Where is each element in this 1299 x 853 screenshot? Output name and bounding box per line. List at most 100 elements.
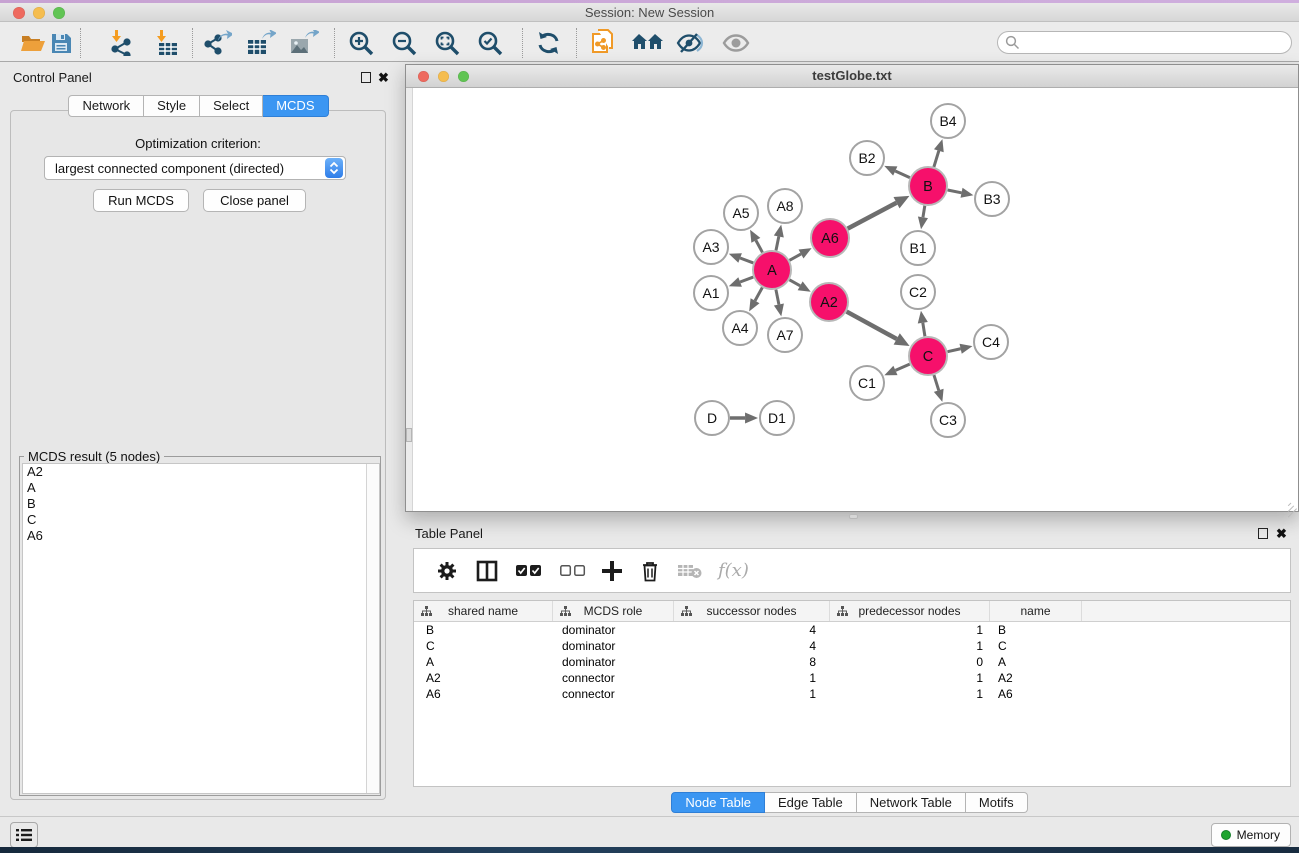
tab-motifs[interactable]: Motifs [966,792,1028,813]
zoom-fit-icon[interactable] [434,30,461,56]
table-cell[interactable]: A2 [414,670,553,686]
table-cell[interactable]: 1 [830,670,990,686]
table-cell[interactable]: C [414,638,553,654]
table-cell[interactable]: dominator [553,638,674,654]
edge-C-C4[interactable] [948,349,961,352]
mcds-result-list[interactable]: A2ABCA6 [22,463,380,794]
edge-A-A1[interactable] [740,277,753,282]
edge-B-B1[interactable] [923,206,925,218]
table-cell[interactable]: 1 [830,638,990,654]
export-image-icon[interactable] [289,30,319,56]
table-cell[interactable]: 1 [674,670,830,686]
close-panel-button[interactable]: Close panel [203,189,306,212]
table-row[interactable]: Cdominator41C [414,638,1290,654]
edge-A-A3[interactable] [740,258,753,263]
tab-select[interactable]: Select [200,95,263,117]
mcds-result-item[interactable]: A [23,480,379,496]
tab-style[interactable]: Style [144,95,200,117]
table-cell[interactable]: B [990,622,1082,638]
edge-A6-B[interactable] [848,203,897,229]
network-from-file-icon[interactable] [590,30,618,56]
open-session-icon[interactable] [20,30,46,56]
mcds-result-item[interactable]: B [23,496,379,512]
table-cell[interactable]: A [414,654,553,670]
search-box[interactable] [997,31,1292,54]
edge-A-A2[interactable] [789,280,800,286]
list-scrollbar[interactable] [366,464,379,793]
import-network-icon[interactable] [108,30,134,56]
hide-graphics-details-icon[interactable] [675,30,705,56]
refresh-icon[interactable] [535,30,562,56]
column-header-successor-nodes[interactable]: successor nodes [674,601,830,621]
table-cell[interactable]: A2 [990,670,1082,686]
table-cell[interactable]: 4 [674,622,830,638]
delete-column-icon[interactable] [640,560,660,582]
column-header-shared-name[interactable]: shared name [414,601,553,621]
close-panel-icon[interactable]: ✖ [378,72,389,83]
table-row[interactable]: Bdominator41B [414,622,1290,638]
import-table-icon[interactable] [153,30,179,56]
edge-A-A4[interactable] [755,288,762,301]
tab-network-table[interactable]: Network Table [857,792,966,813]
table-cell[interactable]: B [414,622,553,638]
window-resize-grip[interactable] [1284,497,1297,510]
close-panel-icon[interactable]: ✖ [1276,528,1287,539]
close-window-button[interactable] [418,71,429,82]
minimize-window-button[interactable] [33,7,45,19]
table-row[interactable]: Adominator80A [414,654,1290,670]
close-window-button[interactable] [13,7,25,19]
column-header-predecessor-nodes[interactable]: predecessor nodes [830,601,990,621]
criterion-select[interactable]: largest connected component (directed) [44,156,346,180]
table-cell[interactable]: 8 [674,654,830,670]
run-mcds-button[interactable]: Run MCDS [93,189,189,212]
split-panel-icon[interactable] [476,560,498,582]
zoom-out-icon[interactable] [391,30,418,56]
minimize-window-button[interactable] [438,71,449,82]
tab-edge-table[interactable]: Edge Table [765,792,857,813]
search-input[interactable] [1020,36,1291,50]
tab-network[interactable]: Network [68,95,144,117]
edge-A2-C[interactable] [847,312,897,339]
table-cell[interactable]: A6 [414,686,553,702]
table-cell[interactable]: 1 [830,686,990,702]
select-all-columns-icon[interactable] [516,565,542,577]
save-session-icon[interactable] [50,30,72,56]
table-cell[interactable]: 1 [830,622,990,638]
table-cell[interactable]: connector [553,670,674,686]
float-panel-icon[interactable] [361,72,371,83]
table-cell[interactable]: connector [553,686,674,702]
memory-button[interactable]: Memory [1211,823,1291,847]
add-column-icon[interactable] [602,561,622,581]
export-network-icon[interactable] [204,30,232,56]
table-cell[interactable]: 4 [674,638,830,654]
edge-B-B3[interactable] [948,190,962,193]
column-header-MCDS-role[interactable]: MCDS role [553,601,674,621]
table-cell[interactable]: dominator [553,654,674,670]
edge-A-A6[interactable] [790,254,802,260]
table-cell[interactable]: 0 [830,654,990,670]
task-history-button[interactable] [10,822,38,848]
table-cell[interactable]: A [990,654,1082,670]
export-table-icon[interactable] [246,30,276,56]
deselect-all-columns-icon[interactable] [560,565,586,577]
settings-icon[interactable] [436,560,458,582]
zoom-selected-icon[interactable] [477,30,504,56]
float-panel-icon[interactable] [1258,528,1268,539]
edge-C-C3[interactable] [934,375,939,390]
table-row[interactable]: A2connector11A2 [414,670,1290,686]
edge-B-B2[interactable] [895,171,910,178]
network-canvas[interactable]: AA6A2BCA5A8A3A1A4A7B2B4B3B1C2C4C1C3DD1 [413,88,1298,511]
edge-A-A7[interactable] [776,290,779,305]
column-header-name[interactable]: name [990,601,1082,621]
table-cell[interactable]: 1 [674,686,830,702]
zoom-window-button[interactable] [53,7,65,19]
tab-mcds[interactable]: MCDS [263,95,328,117]
edge-A-A8[interactable] [776,236,779,250]
table-cell[interactable]: C [990,638,1082,654]
zoom-window-button[interactable] [458,71,469,82]
home-icon[interactable] [631,30,663,56]
split-pane-handle[interactable] [849,514,858,519]
zoom-in-icon[interactable] [348,30,375,56]
edge-C-C2[interactable] [923,323,925,337]
network-graph[interactable]: AA6A2BCA5A8A3A1A4A7B2B4B3B1C2C4C1C3DD1 [413,88,1298,511]
